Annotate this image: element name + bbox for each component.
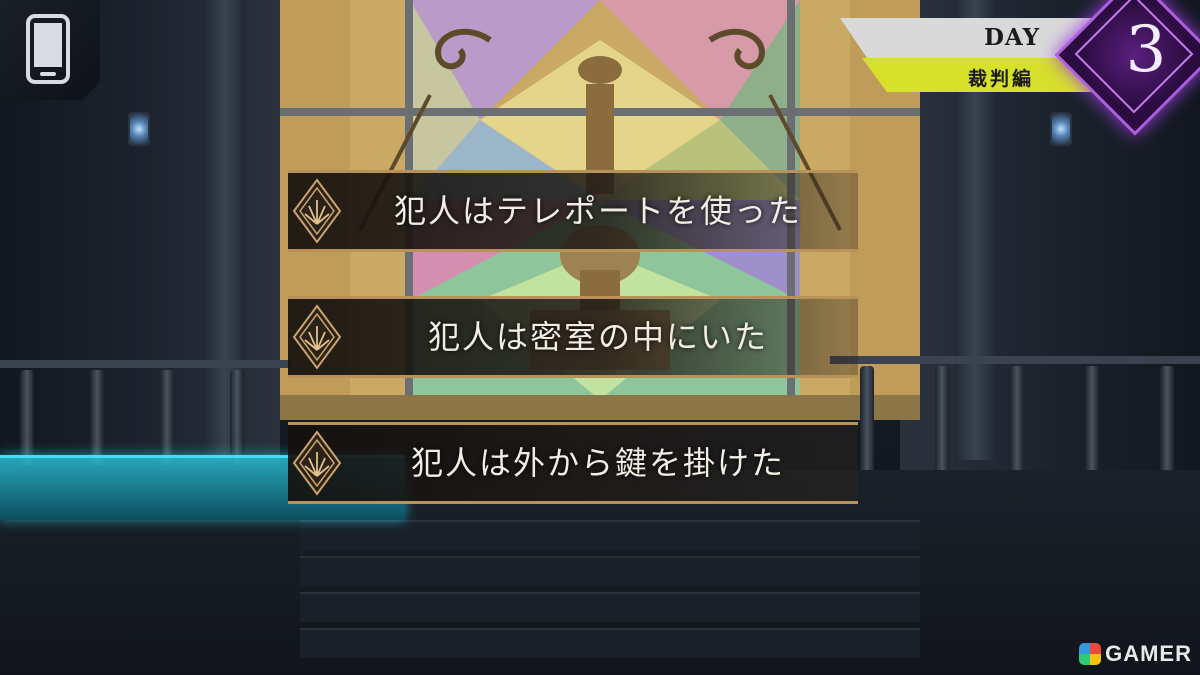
baluster bbox=[90, 370, 104, 465]
choice-label: 犯人はテレポートを使った bbox=[393, 192, 802, 230]
diamond-emblem-icon bbox=[292, 430, 342, 496]
stair-step bbox=[300, 556, 920, 586]
right-railing-top bbox=[830, 356, 1200, 364]
choice-label: 犯人は密室の中にいた bbox=[427, 318, 768, 356]
choice-option-1[interactable]: 犯人はテレポートを使った bbox=[288, 170, 858, 252]
choice-option-2[interactable]: 犯人は密室の中にいた bbox=[288, 296, 858, 378]
gamer-logo-icon bbox=[1079, 643, 1102, 665]
chapter-label: 裁判編 bbox=[967, 68, 1034, 90]
day-banner: DAY 裁判編 3 bbox=[840, 0, 1200, 136]
game-scene: DAY 裁判編 3 犯人はテレポートを使った 犯人は密室の中にいた 犯人は外から… bbox=[0, 0, 1200, 675]
right-wall-lamp bbox=[1050, 112, 1072, 146]
diamond-emblem-icon bbox=[292, 304, 342, 370]
diamond-emblem-icon bbox=[292, 178, 342, 244]
baluster bbox=[160, 370, 174, 465]
stair-step bbox=[300, 628, 920, 658]
stair-step bbox=[300, 592, 920, 622]
watermark-text: GAMER bbox=[1105, 641, 1192, 666]
choice-label: 犯人は外から鍵を掛けた bbox=[410, 444, 785, 482]
baluster bbox=[20, 370, 34, 465]
watermark: GAMER bbox=[1079, 641, 1192, 667]
smartphone-icon bbox=[26, 14, 70, 84]
left-railing-top bbox=[0, 360, 290, 368]
stair-step bbox=[300, 520, 920, 550]
baluster bbox=[230, 370, 244, 465]
phone-menu-button[interactable] bbox=[0, 0, 100, 100]
choice-option-3[interactable]: 犯人は外から鍵を掛けた bbox=[288, 422, 858, 504]
day-number: 3 bbox=[1125, 13, 1167, 87]
day-label: DAY bbox=[983, 24, 1041, 51]
left-wall-lamp bbox=[128, 112, 150, 146]
